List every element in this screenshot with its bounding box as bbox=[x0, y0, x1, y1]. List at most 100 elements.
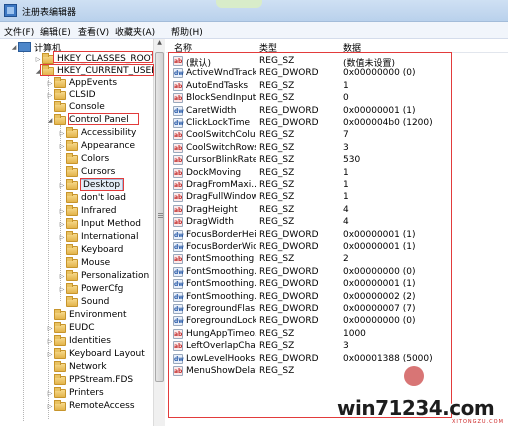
registry-value-row[interactable]: dw CaretWidth REG_DWORD 0x00000001 (1) bbox=[166, 105, 508, 117]
registry-value-row[interactable]: ab (默认) REG_SZ (数值未设置) bbox=[166, 55, 508, 69]
tree-node-input-method[interactable]: ▷ Input Method bbox=[58, 217, 141, 230]
string-value-icon: ab bbox=[173, 341, 183, 352]
value-name: FontSmoothing... bbox=[186, 279, 256, 290]
folder-icon bbox=[54, 76, 66, 88]
collapsed-arrow-icon[interactable]: ▷ bbox=[46, 351, 54, 358]
tree-node-label: AppEvents bbox=[69, 78, 118, 88]
tree-node-hkey-current-user[interactable]: ◢ HKEY_CURRENT_USER bbox=[34, 64, 157, 77]
expanded-arrow-icon[interactable]: ◢ bbox=[46, 117, 54, 124]
scroll-up-arrow-icon[interactable]: ▲ bbox=[154, 39, 165, 50]
tree-node-ppstream[interactable]: PPStream.FDS bbox=[46, 373, 133, 386]
menu-help[interactable]: 帮助(H) bbox=[171, 25, 203, 38]
menu-view[interactable]: 查看(V) bbox=[78, 25, 109, 38]
tree-node-keyboard-layout[interactable]: ▷ Keyboard Layout bbox=[46, 347, 145, 360]
registry-value-row[interactable]: ab FontSmoothing REG_SZ 2 bbox=[166, 253, 508, 265]
registry-value-row[interactable]: dw FontSmoothing... REG_DWORD 0x00000000 (0… bbox=[166, 266, 508, 278]
registry-value-row[interactable]: dw FontSmoothing... REG_DWORD 0x00000002 (2… bbox=[166, 291, 508, 303]
registry-value-row[interactable]: abLeftOverlapCharsREG_SZ 3 bbox=[166, 340, 508, 352]
registry-value-row[interactable]: dwActiveWndTrack...REG_DWORD 0x00000000 (… bbox=[166, 67, 508, 79]
tree-scrollbar[interactable]: ▲ bbox=[153, 39, 165, 426]
expanded-arrow-icon[interactable]: ◢ bbox=[10, 44, 18, 51]
tree-node-appevents[interactable]: ▷ AppEvents bbox=[46, 76, 118, 89]
tree-node-cursors[interactable]: Cursors bbox=[58, 165, 115, 178]
tree-node-printers[interactable]: ▷ Printers bbox=[46, 386, 104, 399]
column-header-data[interactable]: 数据 bbox=[343, 41, 361, 54]
collapsed-arrow-icon[interactable]: ▷ bbox=[58, 234, 66, 241]
tree-node-label: Sound bbox=[81, 297, 110, 307]
registry-value-row[interactable]: dw ClickLockTime REG_DWORD 0x000004b0 (1200… bbox=[166, 117, 508, 129]
value-type: REG_SZ bbox=[259, 155, 295, 166]
value-name: DockMoving bbox=[186, 167, 242, 178]
tree-node-accessibility[interactable]: ▷ Accessibility bbox=[58, 126, 136, 139]
tree-node-identities[interactable]: ▷ Identities bbox=[46, 334, 111, 347]
tree-node-console[interactable]: Console bbox=[46, 100, 105, 113]
collapsed-arrow-icon[interactable]: ▷ bbox=[58, 130, 66, 137]
collapsed-arrow-icon[interactable]: ▷ bbox=[46, 390, 54, 397]
tree-node-appearance[interactable]: ▷ Appearance bbox=[58, 139, 135, 152]
registry-value-row[interactable]: dwFocusBorderWid...REG_DWORD 0x00000001 (… bbox=[166, 241, 508, 253]
collapsed-arrow-icon[interactable]: ▷ bbox=[46, 338, 54, 345]
collapsed-arrow-icon[interactable]: ▷ bbox=[58, 273, 66, 280]
registry-value-row[interactable]: dwForegroundLock...REG_DWORD 0x00000000 (… bbox=[166, 315, 508, 327]
tree-node-label: EUDC bbox=[69, 323, 95, 333]
tree-node-computer[interactable]: ◢ 计算机 bbox=[10, 41, 61, 54]
registry-value-row[interactable]: dw FontSmoothing... REG_DWORD 0x00000001 (1… bbox=[166, 278, 508, 290]
menu-favorites[interactable]: 收藏夹(A) bbox=[115, 25, 155, 38]
column-header-name[interactable]: 名称 bbox=[174, 41, 192, 54]
tree-node-clsid[interactable]: ▷ CLSID bbox=[46, 88, 96, 101]
column-header-type[interactable]: 类型 bbox=[259, 41, 277, 54]
tree-node-label: Mouse bbox=[81, 258, 111, 268]
tree-node-infrared[interactable]: ▷ Infrared bbox=[58, 204, 117, 217]
expanded-arrow-icon[interactable]: ◢ bbox=[34, 68, 42, 75]
registry-value-row[interactable]: ab DragWidth REG_SZ 4 bbox=[166, 216, 508, 228]
registry-value-row[interactable]: dw LowLevelHooks... REG_DWORD 0x00001388 (5… bbox=[166, 353, 508, 365]
collapsed-arrow-icon[interactable]: ▷ bbox=[58, 208, 66, 215]
tree-node-powercfg[interactable]: ▷ PowerCfg bbox=[58, 282, 123, 295]
registry-value-row[interactable]: ab HungAppTimeo... REG_SZ 1000 bbox=[166, 328, 508, 340]
tree-node-international[interactable]: ▷ International bbox=[58, 230, 138, 243]
registry-value-row[interactable]: ab DockMoving REG_SZ 1 bbox=[166, 167, 508, 179]
collapsed-arrow-icon[interactable]: ▷ bbox=[58, 286, 66, 293]
tree-node-eudc[interactable]: ▷ EUDC bbox=[46, 321, 95, 334]
scrollbar-thumb[interactable] bbox=[155, 52, 164, 382]
tree-node-keyboard[interactable]: Keyboard bbox=[58, 243, 123, 256]
folder-icon bbox=[54, 347, 66, 359]
collapsed-arrow-icon[interactable]: ▷ bbox=[58, 143, 66, 150]
menu-edit[interactable]: 编辑(E) bbox=[40, 25, 71, 38]
registry-value-row[interactable]: abBlockSendInput...REG_SZ 0 bbox=[166, 92, 508, 104]
registry-value-row[interactable]: ab MenuShowDelay REG_SZ bbox=[166, 365, 508, 377]
tree-node-dont-load[interactable]: don't load bbox=[58, 191, 127, 204]
registry-value-row[interactable]: ab AutoEndTasks REG_SZ 1 bbox=[166, 80, 508, 92]
tree-node-hkey-classes-root[interactable]: ▷ HKEY_CLASSES_ROOT bbox=[34, 52, 156, 65]
registry-value-row[interactable]: dw ForegroundFlas... REG_DWORD 0x00000007 (… bbox=[166, 303, 508, 315]
collapsed-arrow-icon[interactable]: ▷ bbox=[46, 325, 54, 332]
tree-node-network[interactable]: Network bbox=[46, 360, 107, 373]
registry-value-row[interactable]: ab CoolSwitchRows REG_SZ 3 bbox=[166, 142, 508, 154]
collapsed-arrow-icon[interactable]: ▷ bbox=[46, 92, 54, 99]
folder-icon bbox=[54, 360, 66, 372]
tree-node-desktop[interactable]: ▷ Desktop bbox=[58, 178, 124, 191]
tree-node-personalization[interactable]: ▷ Personalization bbox=[58, 269, 149, 282]
tree-node-environment[interactable]: Environment bbox=[46, 308, 126, 321]
tree-node-label: don't load bbox=[81, 193, 127, 203]
tree-node-mouse[interactable]: Mouse bbox=[58, 256, 111, 269]
collapsed-arrow-icon[interactable]: ▷ bbox=[46, 80, 54, 87]
registry-value-row[interactable]: dwFocusBorderHei...REG_DWORD 0x00000001 (… bbox=[166, 229, 508, 241]
registry-value-row[interactable]: ab CursorBlinkRate REG_SZ 530 bbox=[166, 154, 508, 166]
collapsed-arrow-icon[interactable]: ▷ bbox=[58, 221, 66, 228]
tree-node-control-panel[interactable]: ◢ Control Panel bbox=[46, 113, 129, 126]
tree-node-remoteaccess[interactable]: ▷ RemoteAccess bbox=[46, 399, 135, 412]
registry-value-row[interactable]: ab DragHeight REG_SZ 4 bbox=[166, 204, 508, 216]
folder-icon bbox=[66, 191, 78, 203]
collapsed-arrow-icon[interactable]: ▷ bbox=[46, 403, 54, 410]
collapsed-arrow-icon[interactable]: ▷ bbox=[58, 182, 66, 189]
menu-file[interactable]: 文件(F) bbox=[4, 25, 34, 38]
tree-node-colors[interactable]: Colors bbox=[58, 152, 109, 165]
collapsed-arrow-icon[interactable]: ▷ bbox=[34, 56, 42, 63]
registry-value-row[interactable]: ab DragFromMaxi... REG_SZ 1 bbox=[166, 179, 508, 191]
registry-value-row[interactable]: abCoolSwitchColu...REG_SZ 7 bbox=[166, 129, 508, 141]
value-type: REG_SZ bbox=[259, 328, 295, 339]
value-type: REG_DWORD bbox=[259, 279, 319, 290]
registry-value-row[interactable]: ab DragFullWindows REG_SZ 1 bbox=[166, 191, 508, 203]
tree-node-sound[interactable]: Sound bbox=[58, 295, 110, 308]
